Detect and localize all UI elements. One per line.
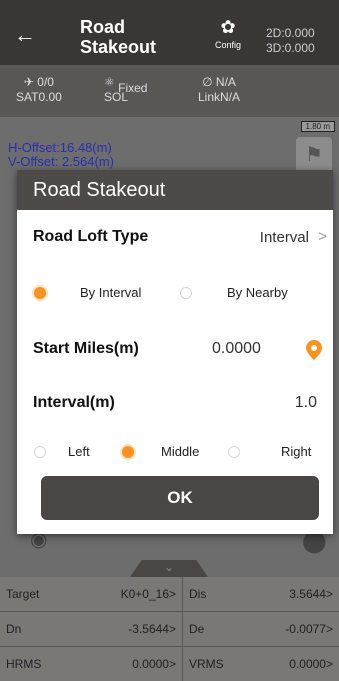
start-miles-row: Start Miles(m) 0.0000	[17, 330, 333, 366]
cell-value: 3.5644>	[289, 587, 333, 601]
offset-readout: H-Offset:16.48(m) V-Offset: 2.564(m)	[8, 141, 114, 169]
sat-status[interactable]: ✈ 0/0 SAT0.00	[16, 75, 62, 105]
grid-cell-hrms[interactable]: HRMS 0.0000>	[0, 647, 182, 681]
cell-value: -3.5644>	[128, 622, 176, 636]
cell-key: VRMS	[189, 657, 224, 671]
satellite-icon: ✈	[23, 75, 34, 89]
start-miles-label: Start Miles(m)	[33, 340, 139, 357]
loft-mode-radio-group: By Interval By Nearby	[17, 278, 333, 308]
left-radio[interactable]	[34, 446, 46, 458]
road-loft-type-label: Road Loft Type	[33, 228, 149, 245]
flag-icon: ⚑	[305, 144, 323, 166]
back-button[interactable]: ←	[14, 22, 36, 48]
sol-status[interactable]: ⚛ Fixed SOL	[104, 75, 147, 105]
cell-key: De	[189, 622, 205, 636]
sat-count: 0/0	[37, 75, 54, 89]
cell-value: 0.0000>	[289, 657, 333, 671]
link-status[interactable]: ∅ N/A LinkN/A	[198, 75, 240, 105]
sat-label: SAT0.00	[16, 90, 62, 104]
road-loft-type-value: Interval	[259, 229, 309, 246]
link-label: LinkN/A	[198, 90, 241, 104]
config-button[interactable]: ✿ Config	[208, 18, 248, 50]
interval-input[interactable]: 1.0	[295, 394, 317, 412]
ok-button[interactable]: OK	[41, 476, 319, 520]
precision-readout: 2D:0.000 3D:0.000	[266, 26, 315, 56]
right-label[interactable]: Right	[281, 444, 311, 459]
cell-value: 0.0000>	[132, 657, 176, 671]
link-value: N/A	[215, 75, 236, 89]
config-label: Config	[214, 40, 241, 50]
scale-bar: 1.80 m	[300, 121, 335, 132]
interval-row: Interval(m) 1.0	[17, 384, 333, 420]
title-line-1: Road	[80, 17, 125, 37]
left-label[interactable]: Left	[68, 444, 90, 459]
by-interval-radio[interactable]	[34, 287, 46, 299]
h-offset: H-Offset:16.48(m)	[8, 140, 112, 155]
cell-value: -0.0077>	[285, 622, 333, 636]
grid-cell-target[interactable]: Target K0+0_16>	[0, 577, 182, 611]
status-bar: ✈ 0/0 SAT0.00 ⚛ Fixed SOL ∅ N/A LinkN/A	[0, 65, 339, 117]
middle-radio[interactable]	[122, 446, 134, 458]
by-interval-label[interactable]: By Interval	[80, 285, 141, 300]
grid-cell-vrms[interactable]: VRMS 0.0000>	[183, 647, 339, 681]
app-header: ← Road Stakeout ✿ Config 2D:0.000 3D:0.0…	[0, 0, 339, 65]
middle-label[interactable]: Middle	[161, 444, 199, 459]
gear-icon: ✿	[220, 17, 236, 37]
grid-cell-dis[interactable]: Dis 3.5644>	[183, 577, 339, 611]
flag-button[interactable]: ⚑	[296, 137, 332, 173]
road-loft-type-row[interactable]: Road Loft Type Interval >	[17, 218, 333, 254]
interval-label: Interval(m)	[33, 394, 115, 411]
expand-panel-tab[interactable]: ⌄	[130, 560, 208, 577]
location-pin-icon[interactable]	[305, 339, 323, 361]
by-nearby-label[interactable]: By Nearby	[227, 285, 288, 300]
link-icon: ∅	[202, 75, 213, 89]
sol-fixed: Fixed	[118, 81, 148, 95]
atom-icon: ⚛	[104, 75, 115, 89]
cell-value: K0+0_16>	[120, 587, 176, 601]
cell-key: HRMS	[6, 657, 42, 671]
right-radio[interactable]	[228, 446, 240, 458]
cell-key: Target	[6, 587, 40, 601]
by-nearby-radio[interactable]	[180, 287, 192, 299]
title-line-2: Stakeout	[80, 37, 157, 57]
grid-cell-de[interactable]: De -0.0077>	[183, 612, 339, 646]
cell-key: Dis	[189, 587, 207, 601]
start-miles-input[interactable]: 0.0000	[212, 340, 261, 358]
dim-2d: 2D:0.000	[266, 26, 315, 40]
page-title: Road Stakeout	[80, 17, 156, 57]
dim-3d: 3D:0.000	[266, 41, 315, 55]
side-radio-group: Left Middle Right	[17, 438, 333, 468]
chevron-right-icon: >	[318, 228, 327, 245]
v-offset: V-Offset: 2.564(m)	[8, 154, 114, 169]
dialog-title: Road Stakeout	[17, 170, 333, 210]
grid-cell-dn[interactable]: Dn -3.5644>	[0, 612, 182, 646]
cell-key: Dn	[6, 622, 22, 636]
data-grid: Target K0+0_16> Dis 3.5644> Dn -3.5644> …	[0, 577, 339, 681]
road-stakeout-dialog: Road Stakeout Road Loft Type Interval > …	[17, 170, 333, 534]
